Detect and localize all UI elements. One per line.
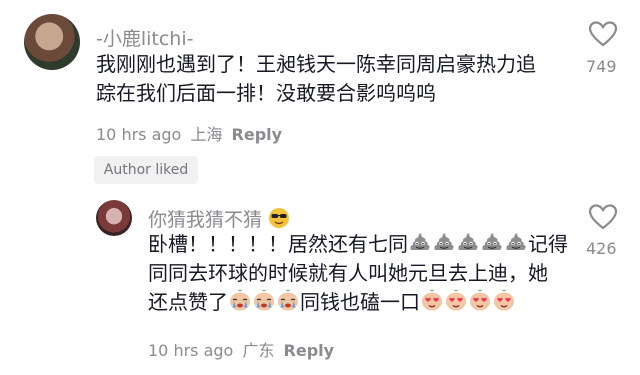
poop-emoji-icon — [480, 232, 504, 256]
like-count: 426 — [586, 239, 617, 258]
avatar[interactable] — [96, 200, 132, 236]
username[interactable]: 你猜我猜不猜 — [148, 205, 290, 232]
comment-line-text: 卧槽！！！！！居然还有七同 — [148, 232, 408, 256]
comment-line: 我刚刚也遇到了！王昶钱天一陈幸同周启豪热力追 — [96, 52, 536, 76]
comment-line-text: 还点赞了 — [148, 290, 228, 314]
crying-emoji-group — [228, 289, 300, 314]
comment-text: 我刚刚也遇到了！王昶钱天一陈幸同周启豪热力追 踪在我们后面一排！没敢要合影呜呜呜 — [96, 50, 536, 108]
poop-emoji-icon — [456, 232, 480, 256]
crying-emoji-icon — [228, 289, 252, 314]
username-text: 你猜我猜不猜 — [148, 209, 263, 231]
crying-emoji-icon — [252, 289, 276, 314]
poop-emoji-icon — [408, 232, 432, 256]
timestamp: 10 hrs ago — [148, 341, 234, 360]
like-count: 749 — [586, 57, 617, 76]
timestamp: 10 hrs ago — [96, 125, 182, 144]
reply-button[interactable]: Reply — [284, 341, 335, 360]
poop-emoji-group — [408, 232, 528, 256]
heart-eyes-emoji-group — [420, 289, 516, 314]
username[interactable]: -小鹿litchi- — [96, 24, 194, 51]
heart-icon[interactable] — [588, 20, 618, 48]
crying-emoji-icon — [276, 289, 300, 314]
poop-emoji-icon — [432, 232, 456, 256]
poop-emoji-icon — [504, 232, 528, 256]
comment-line: 还点赞了 同钱也磕一口 — [148, 288, 568, 317]
comment-line-text: 记得 — [528, 232, 568, 256]
heart-eyes-emoji-icon — [468, 289, 492, 314]
avatar[interactable] — [24, 14, 80, 70]
comment-line-text: 同钱也磕一口 — [300, 290, 420, 314]
sunglasses-emoji-icon — [269, 208, 290, 228]
location: 广东 — [242, 341, 275, 360]
comment-meta: 10 hrs ago 上海 Reply — [96, 121, 286, 145]
comment-line: 卧槽！！！！！居然还有七同 记得 — [148, 230, 568, 259]
comment-line: 踪在我们后面一排！没敢要合影呜呜呜 — [96, 81, 436, 105]
heart-eyes-emoji-icon — [492, 289, 516, 314]
heart-eyes-emoji-icon — [444, 289, 468, 314]
heart-icon[interactable] — [588, 203, 618, 231]
comment-text: 卧槽！！！！！居然还有七同 记得 同同去环球的时候就有人叫她元旦去上迪，她 还点赞… — [148, 230, 568, 317]
location: 上海 — [190, 125, 223, 144]
comment-line: 同同去环球的时候就有人叫她元旦去上迪，她 — [148, 261, 548, 285]
comment-meta: 10 hrs ago 广东 Reply — [148, 337, 338, 361]
heart-eyes-emoji-icon — [420, 289, 444, 314]
author-liked-badge: Author liked — [94, 156, 198, 184]
reply-button[interactable]: Reply — [232, 125, 283, 144]
